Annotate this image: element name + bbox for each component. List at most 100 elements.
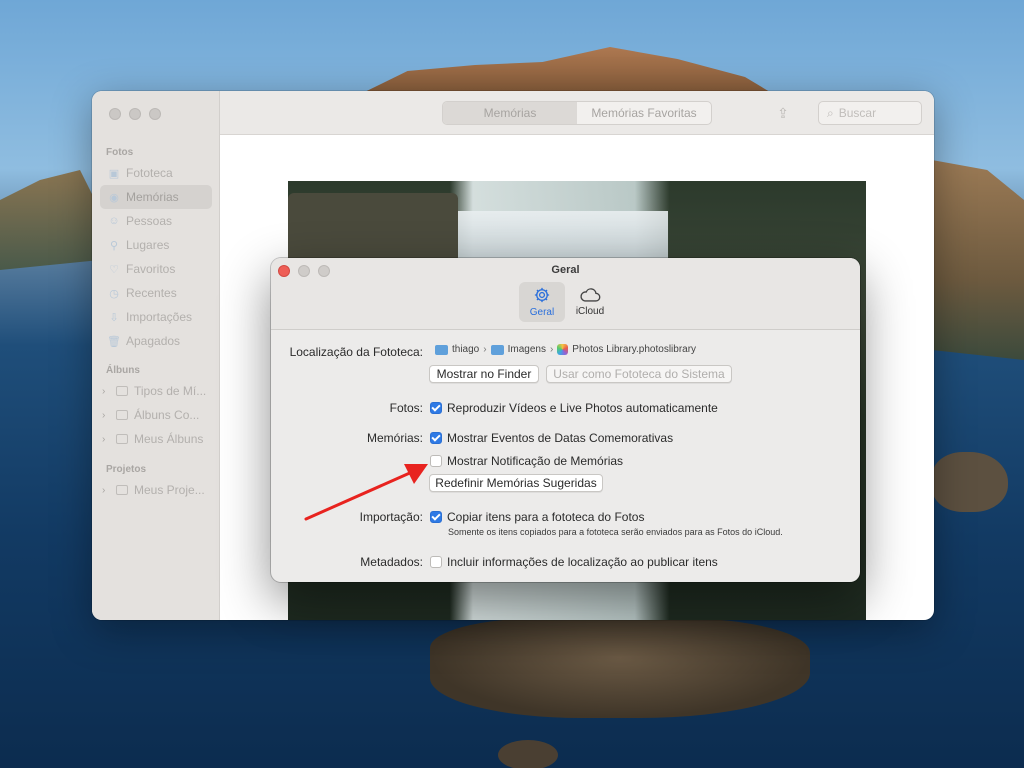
copy-items-label: Copiar itens para a fototeca do Fotos (447, 510, 645, 524)
photos-label: Fotos: (389, 401, 423, 415)
holiday-events-checkbox[interactable] (430, 432, 442, 444)
preferences-dialog: Geral Geral iCloud Localização da Fotote… (271, 258, 860, 582)
sidebar-item-label: Importações (126, 310, 193, 324)
autoplay-videos-label: Reproduzir Vídeos e Live Photos automati… (447, 401, 718, 415)
path-segment-library: Photos Library.photoslibrary (572, 344, 697, 355)
zoom-button[interactable] (149, 108, 161, 120)
dialog-title: Geral (551, 264, 580, 276)
copy-items-option[interactable]: Copiar itens para a fototeca do Fotos (430, 510, 644, 524)
library-location-label: Localização da Fototeca: (289, 345, 423, 359)
sidebar-item-label: Pessoas (126, 214, 173, 228)
sidebar: Fotos ▣ Fototeca ◉ Memórias ☺ Pessoas ⚲ … (92, 91, 220, 620)
share-button[interactable]: ⇪ (772, 103, 794, 123)
icloud-upload-note: Somente os itens copiados para a fototec… (448, 527, 783, 537)
heart-icon: ♡ (109, 263, 119, 276)
sidebar-item-label: Álbuns Co... (134, 408, 200, 422)
show-in-finder-button[interactable]: Mostrar no Finder (429, 365, 539, 383)
sidebar-section-fotos: Fotos (106, 147, 134, 158)
memories-label: Memórias: (366, 431, 423, 445)
sidebar-item-label: Meus Proje... (134, 483, 205, 497)
chevron-right-icon[interactable]: › (102, 410, 110, 421)
sidebar-item-label: Apagados (126, 334, 181, 348)
folder-icon (490, 344, 504, 355)
use-as-system-library-button[interactable]: Usar como Fototeca do Sistema (546, 365, 732, 383)
sidebar-item-albuns-compartilhados[interactable]: › Álbuns Co... (100, 403, 212, 427)
sidebar-item-memorias[interactable]: ◉ Memórias (100, 185, 212, 209)
sidebar-item-favoritos[interactable]: ♡ Favoritos (100, 257, 212, 281)
location-info-label: Incluir informações de localização ao pu… (447, 555, 718, 569)
sidebar-item-lugares[interactable]: ⚲ Lugares (100, 233, 212, 257)
places-icon: ⚲ (109, 239, 119, 252)
sidebar-section-projetos: Projetos (106, 464, 147, 475)
location-info-checkbox[interactable] (430, 556, 442, 568)
sidebar-item-label: Memórias (126, 190, 179, 204)
annotation-arrow (304, 464, 428, 521)
tab-memorias-favoritas[interactable]: Memórias Favoritas (577, 102, 711, 124)
path-separator: › (483, 344, 487, 355)
folder-icon (116, 386, 128, 396)
sidebar-item-importacoes[interactable]: ⇩ Importações (100, 305, 212, 329)
memories-notifications-option[interactable]: Mostrar Notificação de Memórias (430, 454, 623, 468)
autoplay-videos-checkbox[interactable] (430, 402, 442, 414)
holiday-events-option[interactable]: Mostrar Eventos de Datas Comemorativas (430, 431, 673, 445)
wallpaper-right-cliff (932, 160, 1024, 360)
search-placeholder: Buscar (838, 106, 877, 120)
sidebar-section-albuns: Álbuns (106, 365, 140, 376)
sidebar-item-recentes[interactable]: ◷ Recentes (100, 281, 212, 305)
search-field[interactable]: ⌕ Buscar (818, 101, 922, 125)
chevron-right-icon[interactable]: › (102, 485, 110, 496)
folder-icon (116, 410, 128, 420)
tab-icloud-label: iCloud (575, 306, 605, 317)
sidebar-item-label: Tipos de Mí... (134, 384, 207, 398)
memories-notifications-label: Mostrar Notificação de Memórias (447, 454, 624, 468)
trash-icon: 🗑 (107, 335, 121, 348)
path-segment-user: thiago (452, 344, 480, 355)
autoplay-videos-option[interactable]: Reproduzir Vídeos e Live Photos automati… (430, 401, 718, 415)
chevron-right-icon[interactable]: › (102, 434, 110, 445)
gear-icon (534, 287, 550, 303)
sidebar-item-label: Fototeca (126, 166, 173, 180)
people-icon: ☺ (108, 215, 120, 227)
close-button[interactable] (109, 108, 121, 120)
minimize-button[interactable] (129, 108, 141, 120)
tab-memorias[interactable]: Memórias (443, 102, 577, 124)
wallpaper-rock-small (498, 740, 558, 768)
folder-icon (116, 434, 128, 444)
wallpaper-island (430, 618, 810, 718)
preferences-header: Geral Geral iCloud (271, 258, 860, 330)
sidebar-item-tipos-de-midia[interactable]: › Tipos de Mí... (100, 379, 212, 403)
folder-icon (116, 485, 128, 495)
holiday-events-label: Mostrar Eventos de Datas Comemorativas (447, 431, 674, 445)
tab-icloud[interactable]: iCloud (567, 282, 613, 322)
library-path[interactable]: thiago › Imagens › Photos Library.photos… (435, 344, 696, 355)
sidebar-item-meus-albuns[interactable]: › Meus Álbuns (100, 427, 212, 451)
sidebar-item-label: Favoritos (126, 262, 176, 276)
chevron-right-icon[interactable]: › (102, 386, 110, 397)
sidebar-item-pessoas[interactable]: ☺ Pessoas (100, 209, 212, 233)
wallpaper-rock (932, 452, 1008, 512)
photo-library-icon: ▣ (108, 167, 120, 180)
sidebar-item-meus-projetos[interactable]: › Meus Proje... (100, 478, 212, 502)
toolbar: Memórias Memórias Favoritas ⇪ ⌕ Buscar (220, 91, 934, 135)
sidebar-item-label: Lugares (126, 238, 170, 252)
folder-icon (435, 344, 448, 355)
search-icon: ⌕ (827, 105, 834, 120)
wallpaper-left-cliff (0, 170, 100, 270)
window-controls (109, 108, 161, 120)
photos-library-icon (557, 344, 569, 355)
memories-icon: ◉ (109, 191, 119, 204)
tab-geral-label: Geral (529, 307, 555, 318)
metadata-label: Metadados: (360, 555, 423, 569)
sidebar-item-fototeca[interactable]: ▣ Fototeca (100, 161, 212, 185)
reset-suggested-memories-button[interactable]: Redefinir Memórias Sugeridas (429, 474, 603, 492)
cloud-icon (580, 288, 601, 302)
sidebar-item-apagados[interactable]: 🗑 Apagados (100, 329, 212, 353)
path-segment-folder: Imagens (507, 344, 546, 355)
sidebar-item-label: Meus Álbuns (134, 432, 204, 446)
clock-icon: ◷ (109, 287, 119, 300)
tab-geral[interactable]: Geral (519, 282, 565, 322)
location-info-option[interactable]: Incluir informações de localização ao pu… (430, 555, 718, 569)
share-icon: ⇪ (777, 104, 789, 121)
sidebar-item-label: Recentes (126, 286, 177, 300)
path-separator: › (549, 344, 554, 355)
